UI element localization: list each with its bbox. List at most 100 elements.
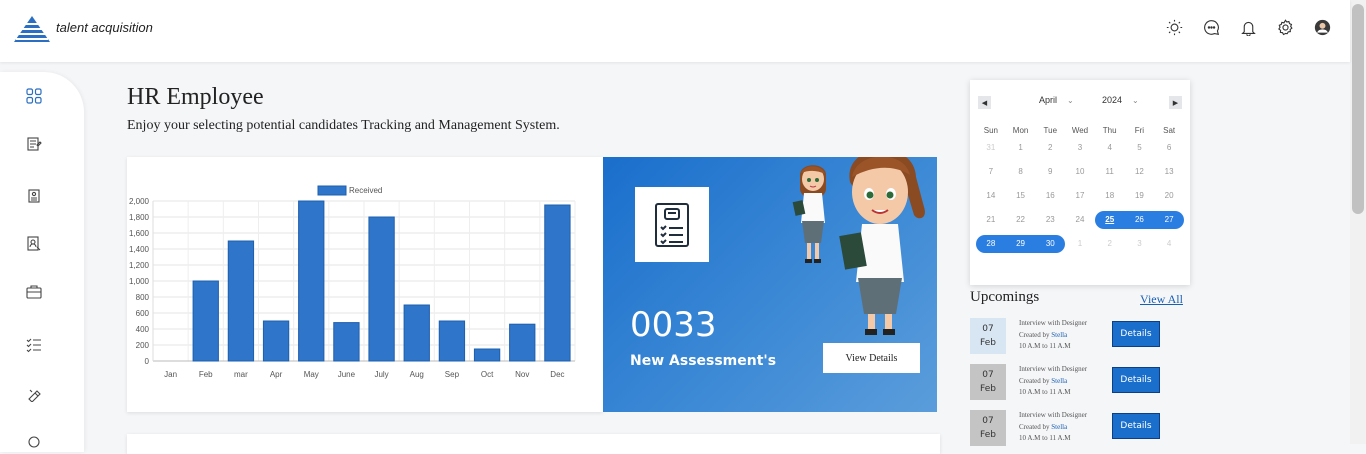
details-button[interactable]: Details [1112, 367, 1160, 393]
upcoming-event-title: Interview with Designer [1019, 411, 1088, 419]
year-select[interactable]: 2024 ⌄ [1102, 95, 1139, 105]
avatar[interactable] [1313, 18, 1332, 37]
details-button[interactable]: Details [1112, 321, 1160, 347]
calendar-week: 21 22 23 24 25 26 27 [976, 208, 1184, 232]
details-button[interactable]: Details [1112, 413, 1160, 439]
calendar-day[interactable]: 19 [1125, 187, 1155, 205]
upcoming-info: Interview with Designer Created by Stella… [1019, 318, 1087, 353]
calendar-day[interactable]: 24 [1065, 211, 1095, 229]
x-tick-label: June [338, 370, 356, 379]
brand-name: talent acquisition [56, 20, 153, 35]
y-tick-label: 1,800 [129, 213, 150, 222]
received-chart-card: 0 200 400 600 800 1,000 1,200 1,400 1,600 1,800 2,… [127, 157, 603, 412]
weekday-label: Thu [1102, 125, 1117, 135]
upcoming-creator: Created by Stella [1019, 330, 1087, 342]
calendar-day[interactable]: 27 [1154, 211, 1184, 229]
x-tick-label: Feb [199, 370, 213, 379]
calendar-day[interactable]: 16 [1035, 187, 1065, 205]
calendar-day[interactable]: 20 [1154, 187, 1184, 205]
briefcase-icon[interactable] [24, 282, 44, 302]
view-details-button[interactable]: View Details [823, 343, 920, 373]
gear-icon[interactable] [1276, 18, 1295, 37]
x-tick-label: Apr [270, 370, 283, 379]
created-by-label: Created by [1019, 376, 1050, 385]
calendar-day[interactable]: 3 [1065, 139, 1095, 157]
view-all-link[interactable]: View All [1140, 292, 1183, 307]
calendar-day[interactable]: 1 [1006, 139, 1036, 157]
calendar-day[interactable]: 14 [976, 187, 1006, 205]
upcoming-info: Interview with Designer Created by Stella… [1019, 364, 1087, 399]
calendar-day[interactable]: 11 [1095, 163, 1125, 181]
calendar-day[interactable]: 9 [1035, 163, 1065, 181]
dashboard-icon[interactable] [24, 86, 44, 106]
upcoming-item: 07 Feb Interview with Designer Created by S… [970, 364, 1180, 402]
calendar-day[interactable]: 1 [1065, 235, 1095, 253]
calendar-day[interactable]: 29 [1005, 235, 1036, 253]
creator-name: Stella [1051, 376, 1068, 385]
year-select-value: 2024 [1102, 95, 1123, 105]
calendar-day[interactable]: 6 [1154, 139, 1184, 157]
upcoming-item: 07 Feb Interview with Designer Created by S… [970, 318, 1180, 356]
calendar-day[interactable]: 23 [1035, 211, 1065, 229]
sun-icon[interactable] [1165, 18, 1184, 37]
calendar-day[interactable]: 30 [1035, 235, 1066, 253]
calendar-day[interactable]: 3 [1125, 235, 1155, 253]
calendar-day[interactable]: 4 [1095, 139, 1125, 157]
logo-icon [14, 16, 50, 42]
month-select[interactable]: April ⌄ [1039, 95, 1074, 105]
calendar-day[interactable]: 12 [1125, 163, 1155, 181]
month-select-value: April [1039, 95, 1058, 105]
calendar-day[interactable]: 2 [1035, 139, 1065, 157]
calendar-day[interactable]: 10 [1065, 163, 1095, 181]
calendar-week: 28 29 30 1 2 3 4 [976, 232, 1184, 256]
checklist-icon[interactable] [24, 335, 44, 355]
calendar-day[interactable]: 31 [976, 139, 1006, 157]
calendar-day[interactable]: 28 [976, 235, 1006, 253]
sidebar [0, 72, 84, 452]
calendar-day[interactable]: 8 [1006, 163, 1036, 181]
candidate-profile-icon[interactable] [24, 234, 44, 254]
bar [192, 280, 219, 362]
calendar-day[interactable]: 15 [1006, 187, 1036, 205]
upcoming-month: Feb [980, 430, 996, 440]
more-icon[interactable] [24, 432, 44, 452]
bell-icon[interactable] [1239, 18, 1258, 37]
creator-name: Stella [1051, 330, 1068, 339]
upcoming-event-title: Interview with Designer [1019, 319, 1088, 327]
top-bar: talent acquisition [0, 0, 1350, 62]
upcoming-time: 10 A.M to 11 A.M [1019, 388, 1071, 396]
page-scrollbar[interactable] [1350, 0, 1366, 444]
calendar-day[interactable]: 26 [1124, 211, 1155, 229]
weekday-label: Mon [1012, 125, 1029, 135]
creator-name: Stella [1051, 422, 1068, 431]
calendar-day[interactable]: 17 [1065, 187, 1095, 205]
calendar-day[interactable]: 18 [1095, 187, 1125, 205]
calendar-prev-button[interactable]: ◀ [978, 96, 991, 109]
calendar-day[interactable]: 7 [976, 163, 1006, 181]
created-by-label: Created by [1019, 422, 1050, 431]
job-post-icon[interactable] [24, 134, 44, 154]
interview-icon[interactable] [24, 384, 44, 404]
calendar-day[interactable]: 2 [1095, 235, 1125, 253]
x-tick-label: Jan [164, 370, 177, 379]
calendar-day[interactable]: 25 [1094, 211, 1125, 229]
chat-icon[interactable] [1202, 18, 1221, 37]
assessment-label: New Assessment's [630, 353, 777, 369]
y-tick-label: 2,000 [129, 197, 150, 206]
y-tick-label: 1,400 [129, 245, 150, 254]
calendar-day[interactable]: 21 [976, 211, 1006, 229]
upcoming-month: Feb [980, 384, 996, 394]
calendar-day[interactable]: 4 [1154, 235, 1184, 253]
clipboard-icon [655, 202, 689, 247]
resume-icon[interactable] [24, 186, 44, 206]
upcoming-day: 07 [982, 370, 994, 380]
calendar-day[interactable]: 5 [1125, 139, 1155, 157]
upcomings-title: Upcomings [970, 289, 1040, 305]
calendar-day[interactable]: 13 [1154, 163, 1184, 181]
scrollbar-thumb[interactable] [1352, 4, 1364, 214]
upcoming-event-title: Interview with Designer [1019, 365, 1088, 373]
calendar-next-button[interactable]: ▶ [1169, 96, 1182, 109]
calendar-day[interactable]: 22 [1006, 211, 1036, 229]
bar [473, 348, 501, 362]
y-tick-label: 200 [136, 341, 150, 350]
